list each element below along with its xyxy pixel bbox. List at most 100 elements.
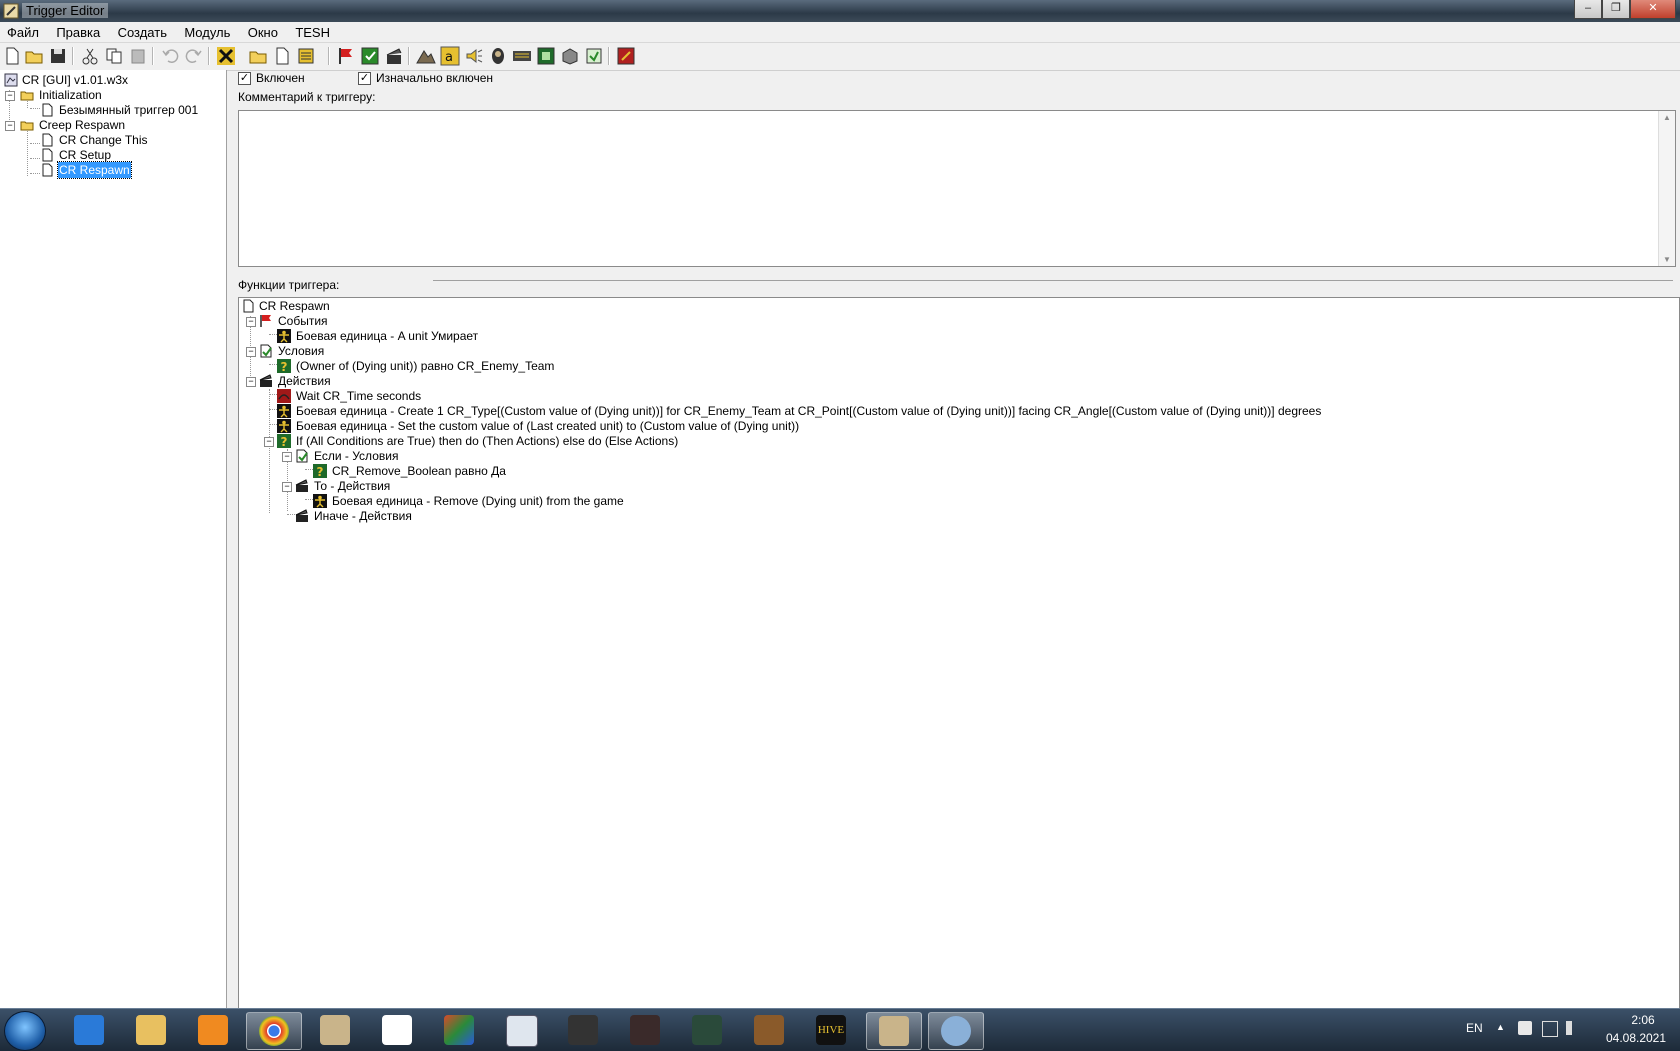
test-map-icon[interactable] [584, 46, 604, 66]
action-set-custom-value[interactable]: Боевая единица - Set the custom value of… [277, 418, 800, 434]
save-icon[interactable] [48, 46, 68, 66]
taskbar-internet-explorer[interactable] [62, 1012, 116, 1048]
condition-owner-equals[interactable]: ? (Owner of (Dying unit)) равно CR_Enemy… [277, 358, 555, 374]
collapse-toggle[interactable]: − [282, 482, 292, 492]
taskbar-office[interactable] [432, 1012, 486, 1048]
actions-clapper-icon [295, 479, 309, 493]
minimize-button[interactable]: ‒ [1574, 0, 1602, 19]
collapse-toggle[interactable]: − [5, 91, 15, 101]
comment-textarea[interactable]: ▲ ▼ [238, 110, 1676, 267]
taskbar-trigger-editor[interactable] [866, 1012, 922, 1050]
copy-icon[interactable] [104, 46, 124, 66]
trigger-tree-panel[interactable]: CR [GUI] v1.01.w3x − Initialization Безы… [0, 70, 227, 1008]
trigger-editor-icon[interactable]: a [440, 46, 460, 66]
character-icon [754, 1015, 784, 1045]
else-actions-node[interactable]: Иначе - Действия [295, 508, 413, 524]
then-actions-node[interactable]: То - Действия [295, 478, 391, 494]
exit-editor-icon[interactable] [616, 46, 636, 66]
new-action-icon[interactable] [384, 46, 404, 66]
menu-edit[interactable]: Правка [49, 22, 107, 40]
taskbar-lab-app[interactable] [556, 1012, 610, 1048]
menu-window[interactable]: Окно [241, 22, 285, 40]
new-event-icon[interactable] [336, 46, 356, 66]
collapse-toggle[interactable]: − [246, 377, 256, 387]
collapse-toggle[interactable]: − [246, 317, 256, 327]
import-manager-icon[interactable] [560, 46, 580, 66]
action-wait[interactable]: Wait CR_Time seconds [277, 388, 422, 404]
taskbar-world-editor[interactable] [308, 1012, 362, 1048]
maximize-button[interactable]: ❐ [1602, 0, 1630, 19]
tree-trigger-cr-change-this[interactable]: CR Change This [40, 132, 149, 148]
taskbar-game-2[interactable] [680, 1012, 734, 1048]
close-button[interactable]: ✕ [1630, 0, 1676, 19]
taskbar-chrome[interactable] [246, 1012, 302, 1050]
clock-date[interactable]: 04.08.2021 [1600, 1031, 1672, 1045]
event-unit-dies[interactable]: Боевая единица - A unit Умирает [277, 328, 479, 344]
window-app-icon [506, 1015, 538, 1047]
initially-on-checkbox[interactable]: ✓ [358, 72, 371, 85]
tree-root-map[interactable]: CR [GUI] v1.01.w3x [4, 72, 129, 88]
delete-icon[interactable] [216, 46, 236, 66]
tree-trigger-cr-setup[interactable]: CR Setup [40, 147, 112, 163]
trigger-root-node[interactable]: CR Respawn [241, 298, 331, 314]
start-button[interactable] [4, 1011, 46, 1051]
taskbar-media-player[interactable] [186, 1012, 240, 1048]
cut-icon[interactable] [80, 46, 100, 66]
then-action-remove-unit[interactable]: Боевая единица - Remove (Dying unit) fro… [313, 493, 625, 509]
collapse-toggle[interactable]: − [5, 121, 15, 131]
tree-category-creep-respawn[interactable]: Creep Respawn [20, 117, 126, 133]
tree-trigger-cr-respawn[interactable]: CR Respawn [40, 161, 132, 179]
network-icon[interactable] [1542, 1021, 1558, 1037]
object-editor-icon[interactable] [488, 46, 508, 66]
conditions-icon [295, 449, 309, 463]
redo-icon[interactable] [184, 46, 204, 66]
wait-icon [277, 389, 291, 403]
new-category-icon[interactable] [248, 46, 268, 66]
show-hidden-icons[interactable]: ▲ [1496, 1022, 1505, 1032]
collapse-toggle[interactable]: − [264, 437, 274, 447]
new-comment-icon[interactable] [296, 46, 316, 66]
open-folder-icon[interactable] [24, 46, 44, 66]
volume-icon[interactable] [1566, 1021, 1586, 1035]
if-condition-remove-boolean[interactable]: ? CR_Remove_Boolean равно Да [313, 463, 507, 479]
sound-editor-icon[interactable] [464, 46, 484, 66]
tree-trigger-unnamed-001[interactable]: Безымянный триггер 001 [40, 102, 199, 118]
events-node[interactable]: События [259, 313, 329, 329]
undo-icon[interactable] [160, 46, 180, 66]
menu-tesh[interactable]: TESH [288, 22, 337, 40]
menu-new[interactable]: Создать [111, 22, 174, 40]
enabled-checkbox[interactable]: ✓ [238, 72, 251, 85]
paste-icon[interactable] [128, 46, 148, 66]
new-file-icon[interactable] [2, 46, 22, 66]
ai-editor-icon[interactable] [536, 46, 556, 66]
if-conditions-node[interactable]: Если - Условия [295, 448, 399, 464]
collapse-toggle[interactable]: − [282, 452, 292, 462]
trigger-functions-tree[interactable]: CR Respawn − События Боевая единица - A … [238, 297, 1680, 1010]
functions-label: Функции триггера: [238, 278, 340, 292]
campaign-editor-icon[interactable] [512, 46, 532, 66]
menu-file[interactable]: Файл [0, 22, 46, 40]
taskbar-paint[interactable] [928, 1012, 984, 1050]
taskbar-explorer[interactable] [124, 1012, 178, 1048]
clock-time[interactable]: 2:06 [1614, 1013, 1672, 1027]
new-condition-icon[interactable] [360, 46, 380, 66]
taskbar-window-app[interactable] [494, 1012, 548, 1048]
taskbar-maxthon[interactable] [370, 1012, 424, 1048]
action-center-icon[interactable] [1518, 1021, 1532, 1035]
collapse-toggle[interactable]: − [246, 347, 256, 357]
language-indicator[interactable]: EN [1466, 1021, 1483, 1035]
folder-open-icon [20, 118, 34, 132]
action-if-then-else[interactable]: ? If (All Conditions are True) then do (… [277, 433, 679, 449]
action-create-unit[interactable]: Боевая единица - Create 1 CR_Type[(Custo… [277, 403, 1322, 419]
new-trigger-icon[interactable] [272, 46, 292, 66]
title-bar[interactable]: Trigger Editor ‒ ❐ ✕ [0, 0, 1680, 22]
menu-module[interactable]: Модуль [177, 22, 237, 40]
actions-node[interactable]: Действия [259, 373, 332, 389]
tree-category-initialization[interactable]: Initialization [20, 87, 103, 103]
taskbar-character-app[interactable] [742, 1012, 796, 1048]
taskbar-warcraft[interactable] [618, 1012, 672, 1048]
conditions-node[interactable]: Условия [259, 343, 325, 359]
taskbar-hive[interactable]: HIVE [804, 1012, 858, 1048]
terrain-editor-icon[interactable] [416, 46, 436, 66]
comment-scrollbar[interactable]: ▲ ▼ [1658, 111, 1675, 266]
